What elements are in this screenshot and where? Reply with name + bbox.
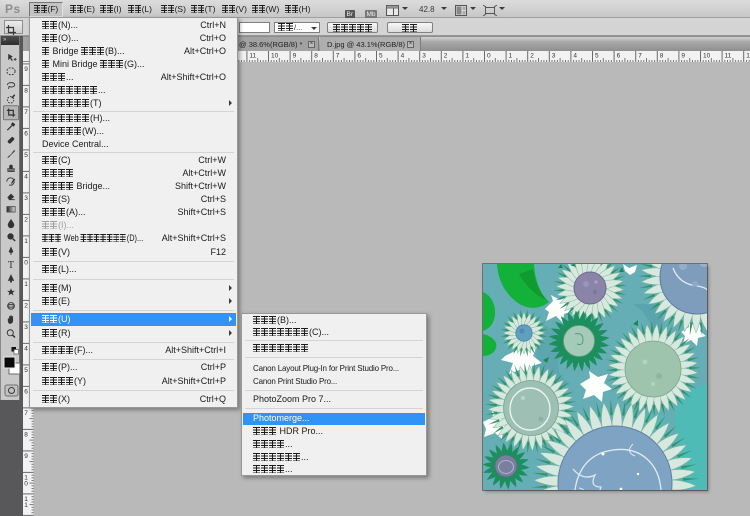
svg-text:1: 1 <box>465 53 469 60</box>
svg-text:6: 6 <box>357 53 361 60</box>
svg-text:2: 2 <box>530 53 534 60</box>
svg-text:10: 10 <box>703 53 711 60</box>
svg-text:7: 7 <box>638 53 642 60</box>
svg-text:4: 4 <box>24 173 28 180</box>
svg-text:8: 8 <box>314 53 318 60</box>
svg-text:7: 7 <box>24 410 28 417</box>
svg-text:3: 3 <box>422 53 426 60</box>
svg-text:5: 5 <box>595 53 599 60</box>
svg-text:0: 0 <box>487 53 491 60</box>
svg-text:7: 7 <box>336 53 340 60</box>
svg-text:0: 0 <box>24 480 28 487</box>
svg-text:1: 1 <box>509 53 513 60</box>
svg-text:8: 8 <box>660 53 664 60</box>
svg-text:4: 4 <box>573 53 577 60</box>
svg-text:5: 5 <box>24 152 28 159</box>
svg-text:5: 5 <box>24 367 28 374</box>
svg-text:10: 10 <box>271 53 279 60</box>
svg-text:4: 4 <box>24 345 28 352</box>
svg-text:6: 6 <box>24 388 28 395</box>
svg-text:9: 9 <box>681 53 685 60</box>
svg-text:8: 8 <box>24 87 28 94</box>
svg-text:3: 3 <box>552 53 556 60</box>
svg-text:0: 0 <box>24 259 28 266</box>
svg-text:11: 11 <box>249 53 256 60</box>
svg-text:8: 8 <box>24 431 28 438</box>
svg-text:3: 3 <box>24 195 28 202</box>
svg-text:4: 4 <box>401 53 405 60</box>
svg-text:3: 3 <box>24 324 28 331</box>
svg-text:T: T <box>8 260 14 271</box>
svg-text:7: 7 <box>24 109 28 116</box>
svg-text:1: 1 <box>24 281 28 288</box>
svg-text:2: 2 <box>24 216 28 223</box>
svg-text:2: 2 <box>444 53 448 60</box>
svg-text:2: 2 <box>24 302 28 309</box>
svg-text:9: 9 <box>293 53 297 60</box>
svg-text:1: 1 <box>24 502 28 509</box>
svg-text:9: 9 <box>24 66 28 73</box>
svg-text:11: 11 <box>725 53 732 60</box>
svg-text:5: 5 <box>379 53 383 60</box>
svg-text:6: 6 <box>617 53 621 60</box>
svg-text:1: 1 <box>24 238 28 245</box>
svg-text:6: 6 <box>24 130 28 137</box>
svg-text:9: 9 <box>24 453 28 460</box>
svg-text:12: 12 <box>746 53 750 60</box>
